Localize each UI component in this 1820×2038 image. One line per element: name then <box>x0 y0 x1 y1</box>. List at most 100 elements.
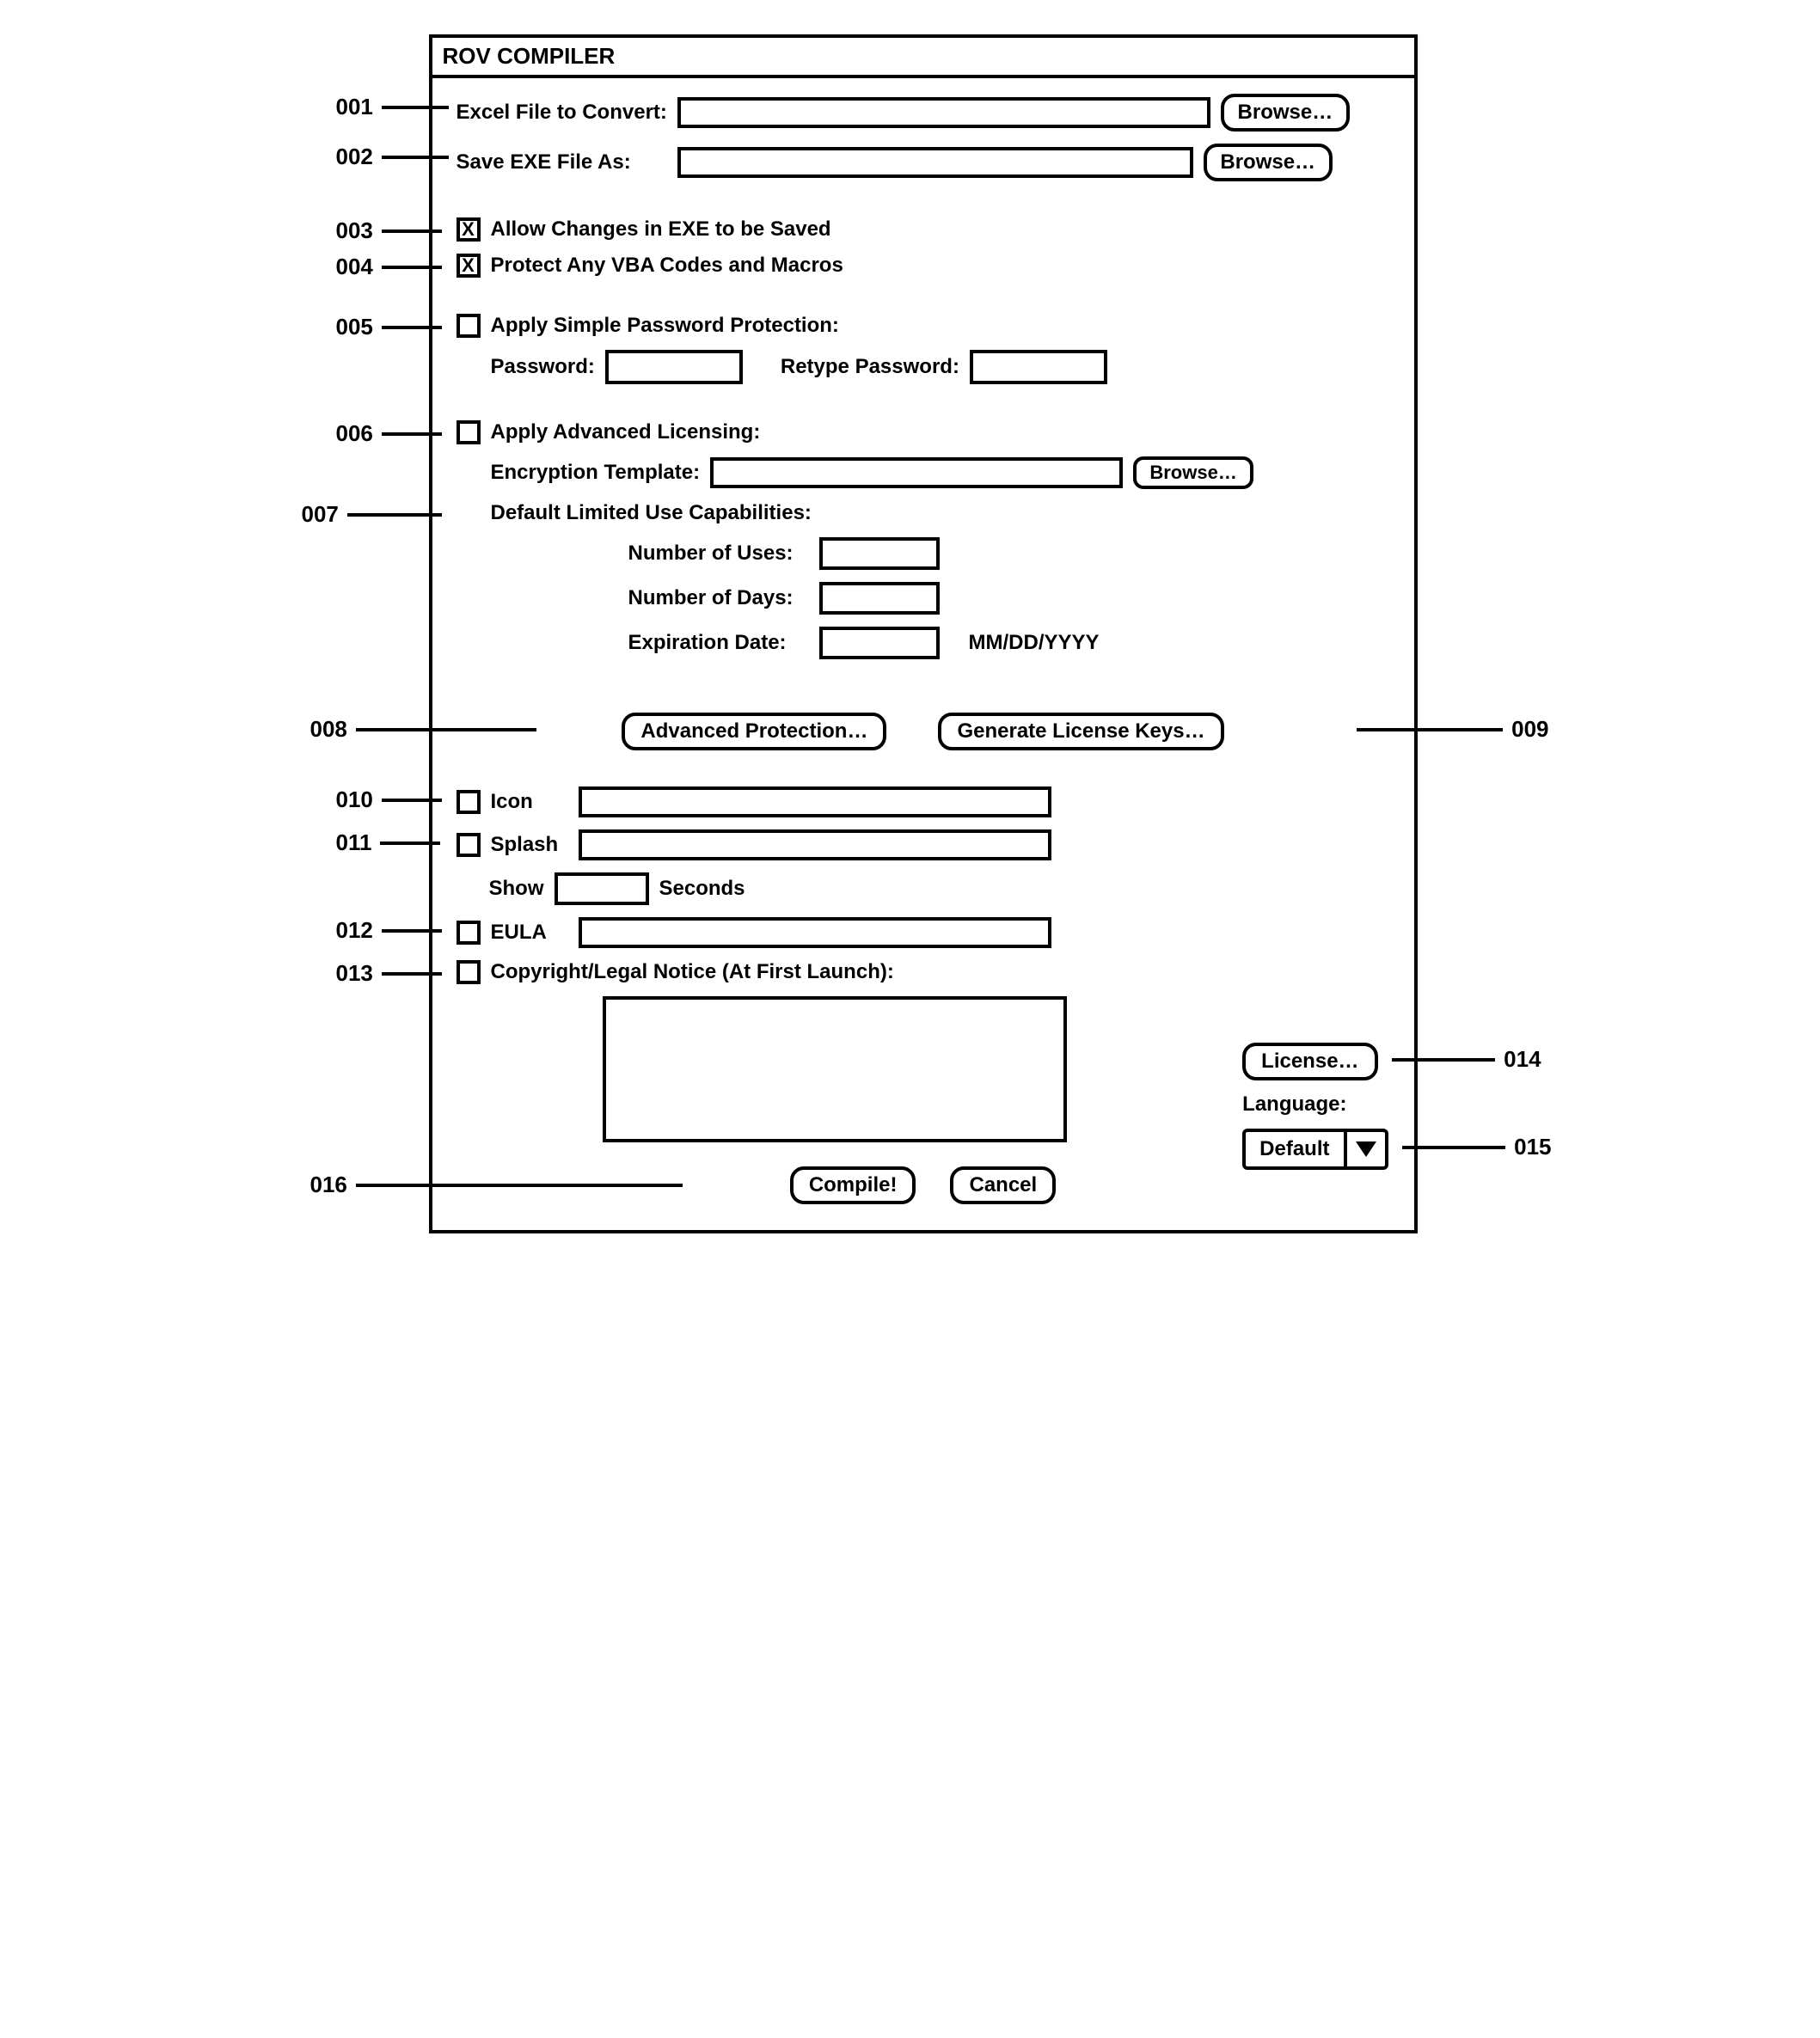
ref-014: 014 <box>1392 1046 1541 1073</box>
chevron-down-icon <box>1347 1132 1385 1166</box>
ref-003: 003 <box>336 217 442 244</box>
ref-007-num: 007 <box>302 501 339 528</box>
advanced-protection-button[interactable]: Advanced Protection… <box>622 713 886 750</box>
ref-014-num: 014 <box>1504 1046 1541 1073</box>
row-exp-date: Expiration Date: MM/DD/YYYY <box>457 627 1390 659</box>
ref-011: 011 <box>336 829 441 856</box>
retype-password-input[interactable] <box>970 350 1107 384</box>
ref-003-num: 003 <box>336 217 373 244</box>
ref-013: 013 <box>336 960 442 987</box>
ref-009: 009 <box>1357 716 1548 743</box>
num-uses-input[interactable] <box>819 537 940 570</box>
ref-010: 010 <box>336 786 442 813</box>
ref-011-num: 011 <box>336 829 372 856</box>
excel-file-input[interactable] <box>677 97 1210 128</box>
browse-save-button[interactable]: Browse… <box>1204 144 1333 181</box>
ref-013-num: 013 <box>336 960 373 987</box>
num-days-input[interactable] <box>819 582 940 615</box>
cancel-button[interactable]: Cancel <box>950 1166 1056 1204</box>
ref-012: 012 <box>336 917 442 944</box>
ref-008: 008 <box>310 716 536 743</box>
browse-excel-button[interactable]: Browse… <box>1221 94 1350 132</box>
eula-path-input[interactable] <box>579 917 1051 948</box>
advanced-licensing-checkbox[interactable] <box>457 420 481 444</box>
row-protection-buttons: 008 Advanced Protection… Generate Licens… <box>457 713 1390 750</box>
simple-password-checkbox[interactable] <box>457 314 481 338</box>
save-exe-label: Save EXE File As: <box>457 150 631 174</box>
password-label: Password: <box>491 355 595 379</box>
ref-015: 015 <box>1402 1134 1551 1160</box>
language-select[interactable]: Default <box>1242 1129 1388 1170</box>
ref-016-num: 016 <box>310 1172 347 1198</box>
ref-001: 001 <box>336 94 449 120</box>
row-num-uses: Number of Uses: <box>457 537 1390 570</box>
default-limited-label: Default Limited Use Capabilities: <box>491 501 812 525</box>
row-allow-changes: 003 Allow Changes in EXE to be Saved <box>457 217 1390 242</box>
ref-002: 002 <box>336 144 449 170</box>
row-copyright: 013 Copyright/Legal Notice (At First Lau… <box>457 960 1390 984</box>
ref-005-num: 005 <box>336 314 373 340</box>
save-exe-input[interactable] <box>677 147 1193 178</box>
ref-004: 004 <box>336 254 442 280</box>
encryption-template-label: Encryption Template: <box>491 461 701 485</box>
ref-016: 016 <box>310 1172 683 1198</box>
icon-path-input[interactable] <box>579 786 1051 817</box>
splash-path-input[interactable] <box>579 829 1051 860</box>
row-encryption-template: Encryption Template: Browse… <box>457 456 1390 489</box>
copyright-textarea[interactable] <box>603 996 1067 1142</box>
row-advanced-licensing: 006 Apply Advanced Licensing: <box>457 420 1390 444</box>
browse-template-button[interactable]: Browse… <box>1133 456 1253 489</box>
ref-015-num: 015 <box>1514 1134 1551 1160</box>
ref-008-num: 008 <box>310 716 347 743</box>
ref-006: 006 <box>336 420 442 447</box>
ref-007: 007 <box>302 501 442 528</box>
row-password-fields: Password: Retype Password: <box>457 350 1390 384</box>
copyright-label: Copyright/Legal Notice (At First Launch)… <box>491 960 894 984</box>
row-num-days: Number of Days: <box>457 582 1390 615</box>
ref-002-num: 002 <box>336 144 373 170</box>
exp-date-input[interactable] <box>819 627 940 659</box>
password-input[interactable] <box>605 350 743 384</box>
license-button[interactable]: License… <box>1242 1043 1377 1080</box>
advanced-licensing-label: Apply Advanced Licensing: <box>491 420 761 444</box>
ref-004-num: 004 <box>336 254 373 280</box>
license-language-block: License… 014 Language: Default 015 <box>1242 1043 1388 1170</box>
splash-seconds-input[interactable] <box>555 872 649 905</box>
row-save-exe: 002 Save EXE File As: Browse… <box>457 144 1390 181</box>
generate-license-keys-button[interactable]: Generate License Keys… <box>938 713 1223 750</box>
row-excel-file: 001 Excel File to Convert: Browse… <box>457 94 1390 132</box>
window-title: ROV COMPILER <box>432 38 1414 78</box>
ref-009-num: 009 <box>1511 716 1548 743</box>
ref-010-num: 010 <box>336 786 373 813</box>
exp-date-label: Expiration Date: <box>628 631 809 655</box>
row-eula: 012 EULA <box>457 917 1390 948</box>
excel-file-label: Excel File to Convert: <box>457 101 667 125</box>
ref-006-num: 006 <box>336 420 373 447</box>
row-default-limited: 007 Default Limited Use Capabilities: <box>457 501 1390 525</box>
ref-001-num: 001 <box>336 94 373 120</box>
simple-password-label: Apply Simple Password Protection: <box>491 314 839 338</box>
seconds-label: Seconds <box>659 877 745 901</box>
bottom-button-row: 016 Compile! Cancel <box>457 1166 1390 1204</box>
show-label: Show <box>489 877 544 901</box>
splash-checkbox[interactable] <box>457 833 481 857</box>
copyright-checkbox[interactable] <box>457 960 481 984</box>
ref-012-num: 012 <box>336 917 373 944</box>
protect-vba-checkbox[interactable] <box>457 254 481 278</box>
eula-checkbox[interactable] <box>457 921 481 945</box>
row-splash: 011 Splash <box>457 829 1390 860</box>
row-simple-password: 005 Apply Simple Password Protection: <box>457 314 1390 338</box>
icon-label: Icon <box>491 790 568 814</box>
num-uses-label: Number of Uses: <box>628 542 809 566</box>
compile-button[interactable]: Compile! <box>790 1166 916 1204</box>
retype-password-label: Retype Password: <box>781 355 959 379</box>
num-days-label: Number of Days: <box>628 586 809 610</box>
icon-checkbox[interactable] <box>457 790 481 814</box>
ref-005: 005 <box>336 314 442 340</box>
eula-label: EULA <box>491 921 568 945</box>
encryption-template-input[interactable] <box>710 457 1123 488</box>
splash-label: Splash <box>491 833 568 857</box>
language-label: Language: <box>1242 1092 1346 1117</box>
date-format-label: MM/DD/YYYY <box>969 631 1100 655</box>
allow-changes-checkbox[interactable] <box>457 217 481 242</box>
